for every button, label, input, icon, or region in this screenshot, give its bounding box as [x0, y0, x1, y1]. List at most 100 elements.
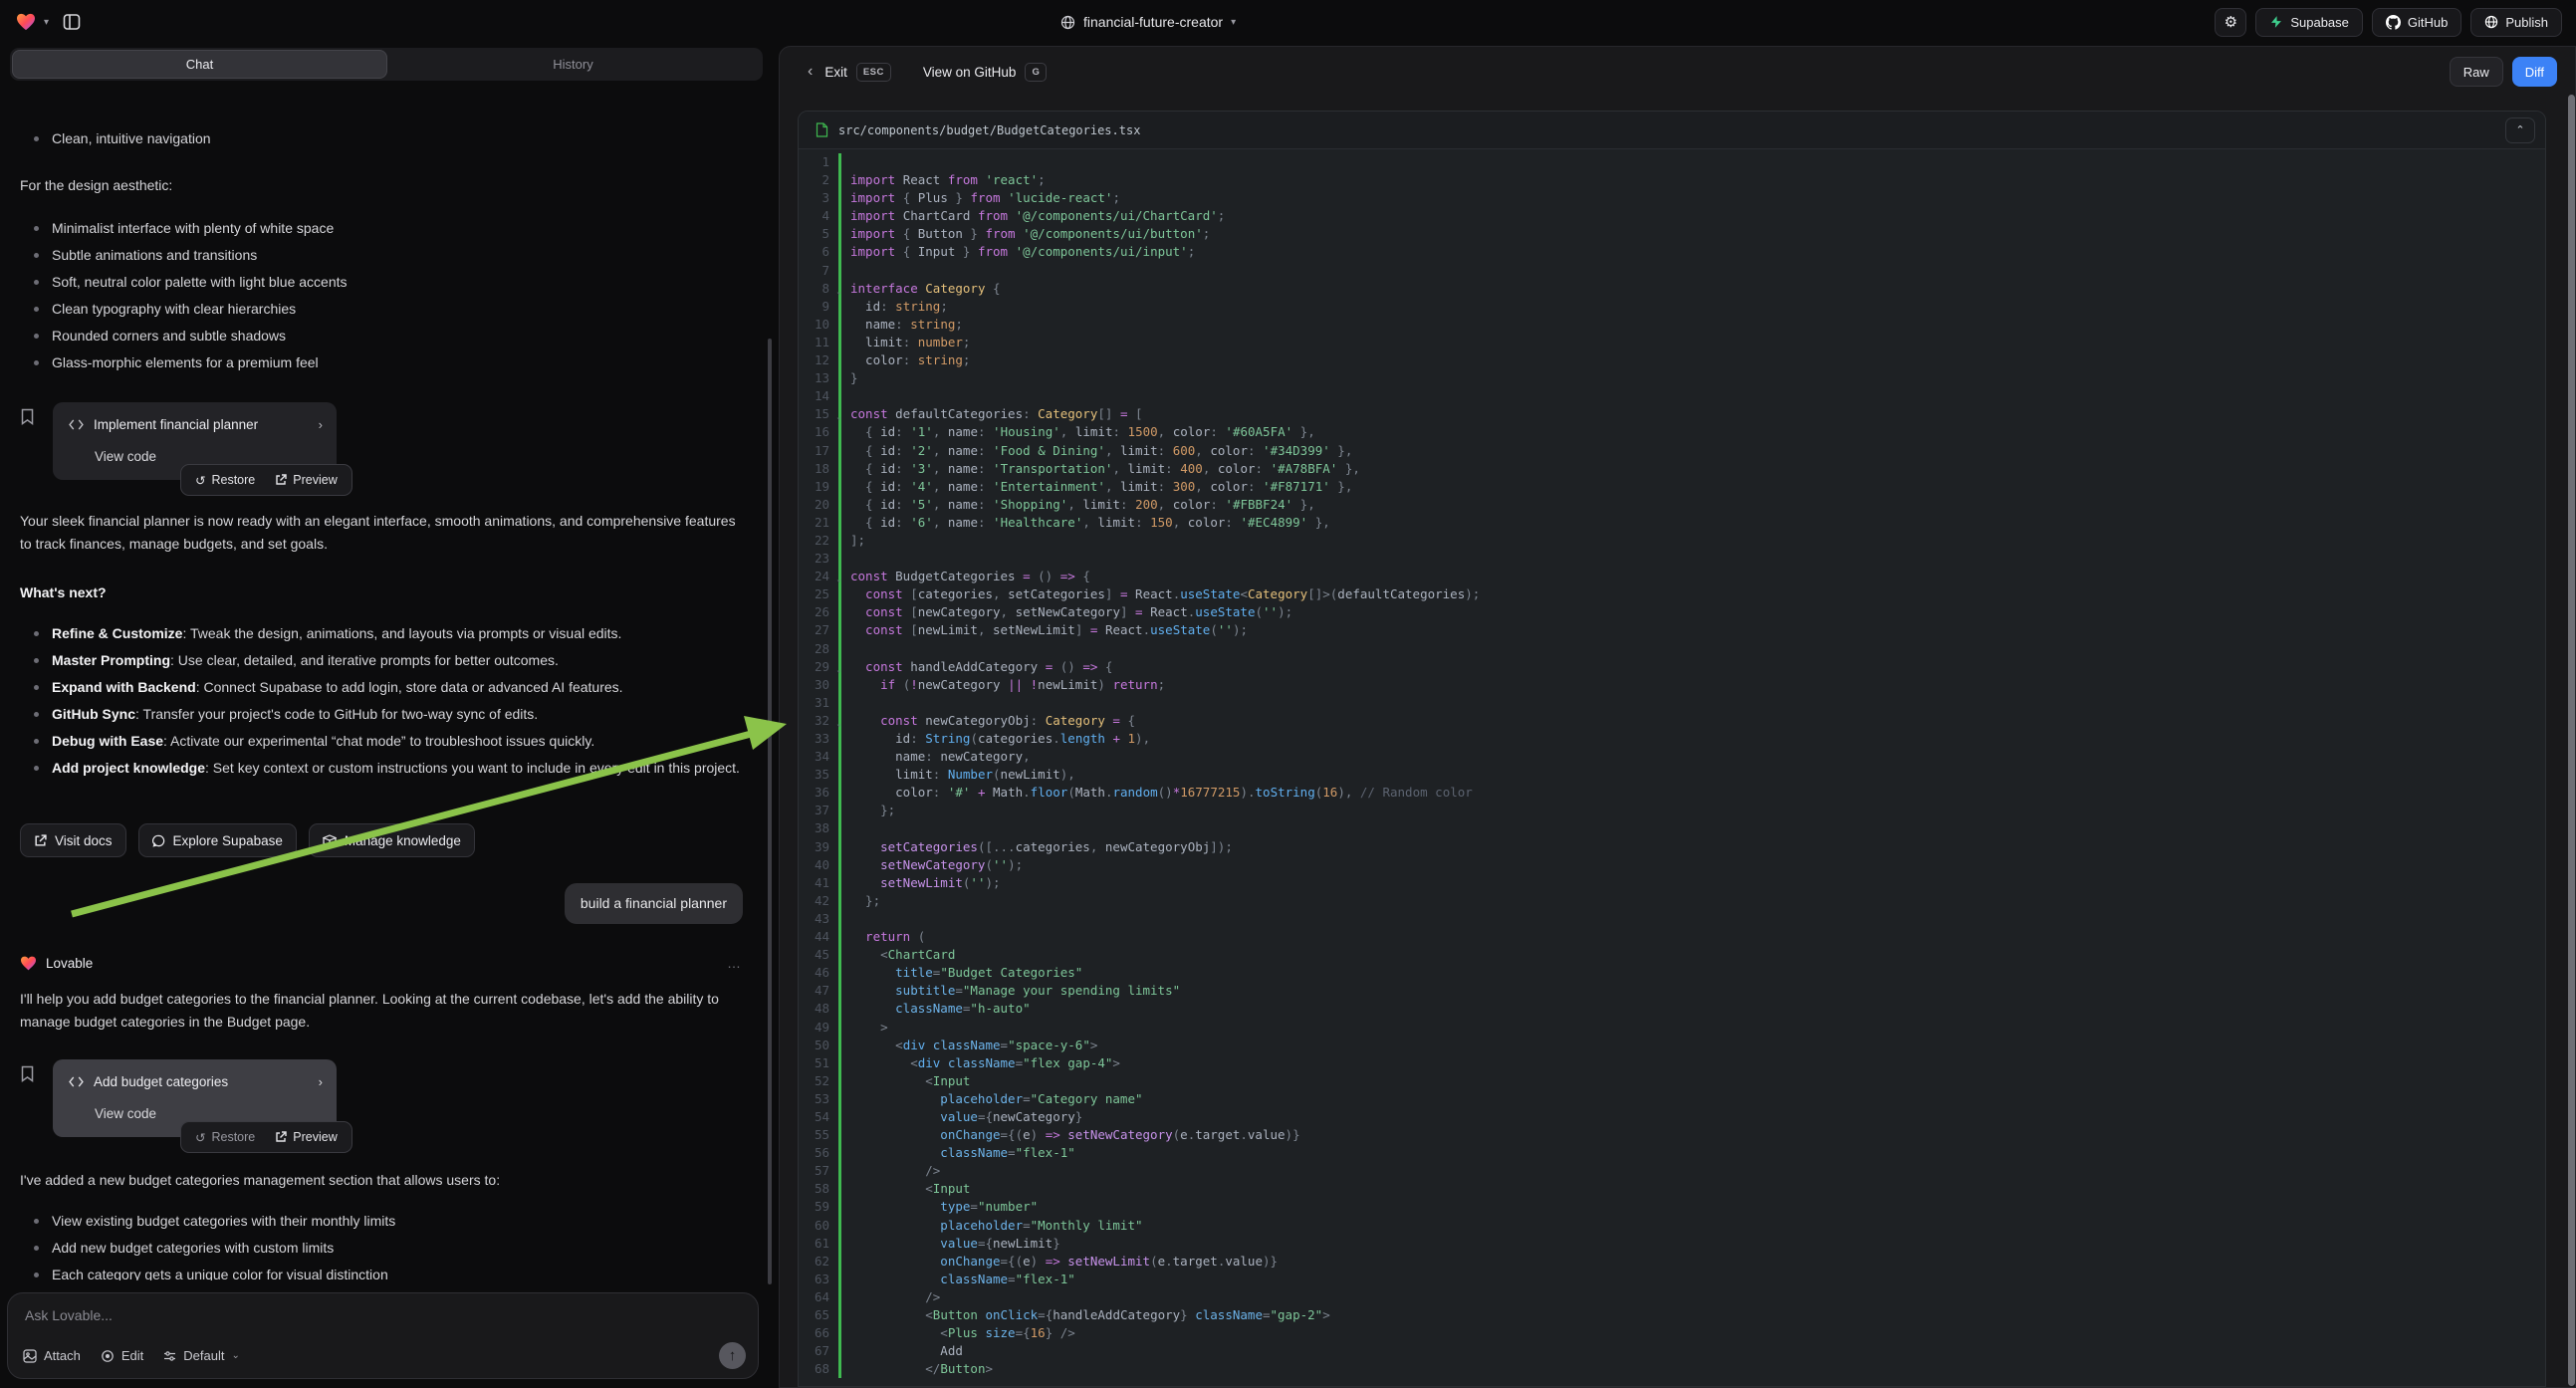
line-number[interactable]: 38 [799, 819, 838, 837]
line-number[interactable]: 8⌄ [799, 280, 838, 298]
line-number[interactable]: 6 [799, 243, 838, 261]
raw-toggle-button[interactable]: Raw [2450, 57, 2503, 87]
line-number[interactable]: 2 [799, 171, 838, 189]
visit-docs-button[interactable]: Visit docs [20, 823, 126, 857]
line-number[interactable]: 31 [799, 694, 838, 712]
diff-toggle-button[interactable]: Diff [2512, 57, 2557, 87]
line-number[interactable]: 5 [799, 225, 838, 243]
preview-button[interactable]: Preview [265, 469, 347, 492]
file-header[interactable]: src/components/budget/BudgetCategories.t… [799, 112, 2545, 149]
line-number[interactable]: 48 [799, 1000, 838, 1018]
line-number[interactable]: 15⌄ [799, 405, 838, 423]
line-number[interactable]: 43 [799, 910, 838, 928]
line-number[interactable]: 17 [799, 442, 838, 460]
lovable-logo-icon[interactable] [16, 13, 36, 31]
edit-button[interactable]: Edit [101, 1348, 143, 1363]
code-editor[interactable]: 12import React from 'react';3import { Pl… [799, 150, 2545, 1386]
line-number[interactable]: 36 [799, 784, 838, 802]
mode-selector[interactable]: Default ⌄ [163, 1348, 240, 1363]
line-number[interactable]: 4 [799, 207, 838, 225]
version-card-implement-financial-planner[interactable]: Implement financial planner › View code … [53, 402, 337, 480]
line-number[interactable]: 16 [799, 423, 838, 441]
line-number[interactable]: 42 [799, 892, 838, 910]
line-number[interactable]: 40 [799, 856, 838, 874]
line-number[interactable]: 52 [799, 1072, 838, 1090]
line-number[interactable]: 67 [799, 1342, 838, 1360]
line-number[interactable]: 21 [799, 514, 838, 532]
logo-chevron-down-icon[interactable]: ▾ [44, 17, 49, 28]
sidebar-toggle-icon[interactable] [63, 13, 81, 31]
line-number[interactable]: 12 [799, 351, 838, 369]
line-number[interactable]: 28 [799, 640, 838, 658]
attach-button[interactable]: Attach [23, 1348, 81, 1363]
line-number[interactable]: 14 [799, 387, 838, 405]
restore-button[interactable]: ↺ Restore [185, 1126, 265, 1149]
line-number[interactable]: 18 [799, 460, 838, 478]
line-number[interactable]: 44 [799, 928, 838, 946]
line-number[interactable]: 11 [799, 334, 838, 351]
line-number[interactable]: 33 [799, 730, 838, 748]
exit-button[interactable]: Exit [824, 65, 847, 80]
back-chevron-icon[interactable]: ‹ [808, 63, 813, 81]
line-number[interactable]: 54 [799, 1108, 838, 1126]
line-number[interactable]: 1 [799, 153, 838, 171]
prompt-composer[interactable]: Ask Lovable... Attach Edit [7, 1292, 759, 1379]
line-number[interactable]: 56 [799, 1144, 838, 1162]
line-number[interactable]: 23 [799, 550, 838, 568]
line-number[interactable]: 65 [799, 1306, 838, 1324]
preview-button[interactable]: Preview [265, 1126, 347, 1149]
view-on-github-link[interactable]: View on GitHub [923, 65, 1017, 80]
line-number[interactable]: 59 [799, 1198, 838, 1216]
line-number[interactable]: 22 [799, 532, 838, 550]
line-number[interactable]: 58 [799, 1180, 838, 1198]
line-number[interactable]: 24⌄ [799, 568, 838, 585]
chat-scrollbar[interactable] [768, 339, 772, 1284]
line-number[interactable]: 26 [799, 603, 838, 621]
line-number[interactable]: 60 [799, 1217, 838, 1235]
collapse-file-button[interactable]: ⌃ [2505, 117, 2535, 143]
line-number[interactable]: 55 [799, 1126, 838, 1144]
line-number[interactable]: 34 [799, 748, 838, 766]
line-number[interactable]: 63 [799, 1271, 838, 1288]
line-number[interactable]: 46 [799, 964, 838, 982]
prompt-input[interactable]: Ask Lovable... [25, 1307, 742, 1323]
send-button[interactable]: ↑ [719, 1342, 746, 1369]
line-number[interactable]: 68 [799, 1360, 838, 1378]
line-number[interactable]: 20 [799, 496, 838, 514]
line-number[interactable]: 45 [799, 946, 838, 964]
line-number[interactable]: 50 [799, 1037, 838, 1054]
supabase-button[interactable]: Supabase [2255, 8, 2363, 37]
line-number[interactable]: 39 [799, 838, 838, 856]
line-number[interactable]: 32⌄ [799, 712, 838, 730]
message-menu-button[interactable]: … [727, 952, 743, 975]
line-number[interactable]: 51 [799, 1054, 838, 1072]
restore-button[interactable]: ↺ Restore [185, 469, 265, 492]
line-number[interactable]: 3 [799, 189, 838, 207]
settings-button[interactable]: ⚙ [2215, 8, 2246, 37]
line-number[interactable]: 9 [799, 298, 838, 316]
publish-button[interactable]: Publish [2470, 8, 2562, 37]
version-card-add-budget-categories[interactable]: Add budget categories › View code ↺ Rest… [53, 1059, 337, 1137]
github-button[interactable]: GitHub [2372, 8, 2461, 37]
line-number[interactable]: 53 [799, 1090, 838, 1108]
bookmark-icon[interactable] [20, 408, 35, 480]
manage-knowledge-button[interactable]: Manage knowledge [309, 823, 475, 857]
line-number[interactable]: 49 [799, 1019, 838, 1037]
line-number[interactable]: 37 [799, 802, 838, 819]
window-scrollbar[interactable] [2568, 95, 2575, 1386]
line-number[interactable]: 62 [799, 1253, 838, 1271]
bookmark-icon[interactable] [20, 1065, 35, 1137]
line-number[interactable]: 41 [799, 874, 838, 892]
line-number[interactable]: 27 [799, 621, 838, 639]
line-number[interactable]: 10 [799, 316, 838, 334]
project-switcher[interactable]: financial-future-creator ▾ [1060, 0, 1236, 44]
line-number[interactable]: 25 [799, 585, 838, 603]
line-number[interactable]: 19 [799, 478, 838, 496]
line-number[interactable]: 64 [799, 1288, 838, 1306]
line-number[interactable]: 57 [799, 1162, 838, 1180]
explore-supabase-button[interactable]: Explore Supabase [138, 823, 297, 857]
line-number[interactable]: 61 [799, 1235, 838, 1253]
tab-history[interactable]: History [386, 51, 760, 78]
line-number[interactable]: 13 [799, 369, 838, 387]
tab-chat[interactable]: Chat [13, 51, 386, 78]
